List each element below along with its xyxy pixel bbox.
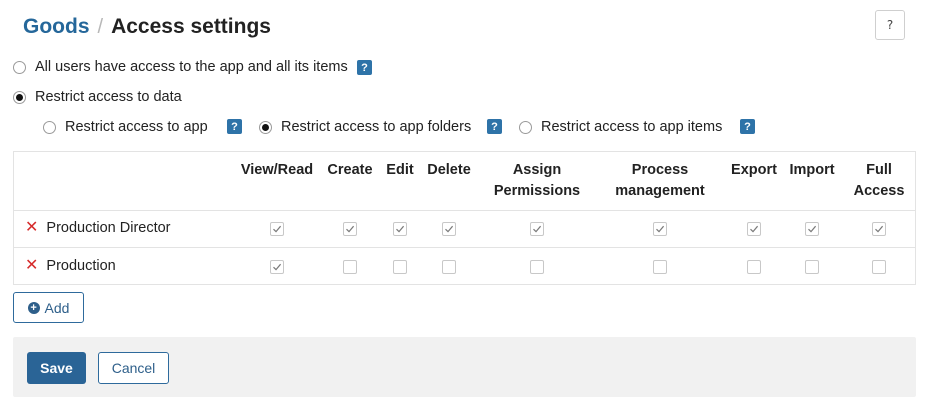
checkmark-icon	[346, 225, 355, 233]
breadcrumb-separator: /	[97, 15, 104, 38]
page-title: Access settings	[111, 15, 271, 38]
row-label: ✕ Production	[25, 258, 116, 275]
breadcrumb: Goods / Access settings	[23, 12, 271, 42]
radio-button[interactable]	[259, 120, 272, 134]
checkbox-assign-permissions[interactable]	[530, 222, 544, 236]
table-header: View/Read Create Edit Delete Assign Permi…	[14, 152, 915, 211]
radio-restrict-data[interactable]: Restrict access to data	[13, 89, 182, 105]
checkbox-delete[interactable]	[442, 260, 456, 274]
plus-circle-icon: +	[27, 301, 40, 314]
help-question-icon[interactable]: ?	[740, 119, 755, 134]
checkmark-icon	[875, 225, 884, 233]
radio-all-users[interactable]: All users have access to the app and all…	[13, 59, 348, 75]
column-header-assign-permissions: Assign Permissions	[493, 162, 581, 199]
checkbox-view-read[interactable]	[270, 222, 284, 236]
column-header-import: Import	[789, 162, 835, 178]
role-name: Production Director	[46, 220, 171, 236]
checkbox-full-access[interactable]	[872, 222, 886, 236]
checkbox-export[interactable]	[747, 222, 761, 236]
radio-label: All users have access to the app and all…	[35, 59, 348, 75]
checkmark-icon	[396, 225, 405, 233]
form-footer: Save Cancel	[13, 337, 916, 397]
row-label: ✕ Production Director	[25, 220, 171, 237]
radio-button[interactable]	[43, 120, 56, 134]
radio-button[interactable]	[13, 60, 26, 74]
checkbox-full-access[interactable]	[872, 260, 886, 274]
radio-button[interactable]	[13, 90, 26, 104]
column-header-edit: Edit	[386, 162, 414, 178]
checkbox-export[interactable]	[747, 260, 761, 274]
column-header-view-read: View/Read	[240, 162, 314, 178]
add-label: Add	[44, 299, 70, 316]
checkbox-process-management[interactable]	[653, 260, 667, 274]
checkbox-delete[interactable]	[442, 222, 456, 236]
checkmark-icon	[808, 225, 817, 233]
column-header-process-management: Process management	[615, 162, 705, 199]
checkbox-import[interactable]	[805, 260, 819, 274]
radio-button[interactable]	[519, 120, 532, 134]
checkmark-icon	[445, 225, 454, 233]
save-button[interactable]: Save	[27, 352, 86, 384]
cancel-button[interactable]: Cancel	[98, 352, 169, 384]
help-icon: ?	[886, 18, 894, 32]
checkbox-edit[interactable]	[393, 222, 407, 236]
help-question-icon[interactable]: ?	[487, 119, 502, 134]
checkbox-import[interactable]	[805, 222, 819, 236]
radio-restrict-items[interactable]: Restrict access to app items	[519, 119, 722, 135]
column-header-full-access: Full Access	[853, 162, 905, 199]
checkbox-edit[interactable]	[393, 260, 407, 274]
checkmark-icon	[273, 225, 282, 233]
column-header-create: Create	[327, 162, 373, 178]
help-question-icon[interactable]: ?	[227, 119, 242, 134]
remove-icon[interactable]: ✕	[25, 258, 38, 274]
column-header-delete: Delete	[427, 162, 471, 178]
radio-restrict-folders[interactable]: Restrict access to app folders	[259, 119, 471, 135]
table-row: ✕ Production	[14, 248, 915, 285]
checkmark-icon	[656, 225, 665, 233]
remove-icon[interactable]: ✕	[25, 220, 38, 236]
help-button[interactable]: ?	[875, 10, 905, 40]
radio-restrict-app[interactable]: Restrict access to app	[43, 119, 208, 135]
checkbox-process-management[interactable]	[653, 222, 667, 236]
role-name: Production	[46, 258, 116, 274]
checkbox-view-read[interactable]	[270, 260, 284, 274]
radio-label: Restrict access to app items	[541, 119, 723, 135]
table-row: ✕ Production Director	[14, 210, 915, 248]
radio-label: Restrict access to app	[65, 119, 208, 135]
breadcrumb-app-link[interactable]: Goods	[23, 15, 90, 39]
checkmark-icon	[273, 263, 282, 271]
checkbox-assign-permissions[interactable]	[530, 260, 544, 274]
checkbox-create[interactable]	[343, 260, 357, 274]
checkmark-icon	[533, 225, 542, 233]
column-header-export: Export	[731, 162, 777, 178]
radio-label: Restrict access to data	[35, 89, 182, 105]
help-question-icon[interactable]: ?	[357, 60, 372, 75]
checkbox-create[interactable]	[343, 222, 357, 236]
add-button[interactable]: + Add	[13, 292, 84, 323]
checkmark-icon	[750, 225, 759, 233]
radio-label: Restrict access to app folders	[281, 119, 472, 135]
permissions-table: View/Read Create Edit Delete Assign Permi…	[13, 151, 916, 285]
